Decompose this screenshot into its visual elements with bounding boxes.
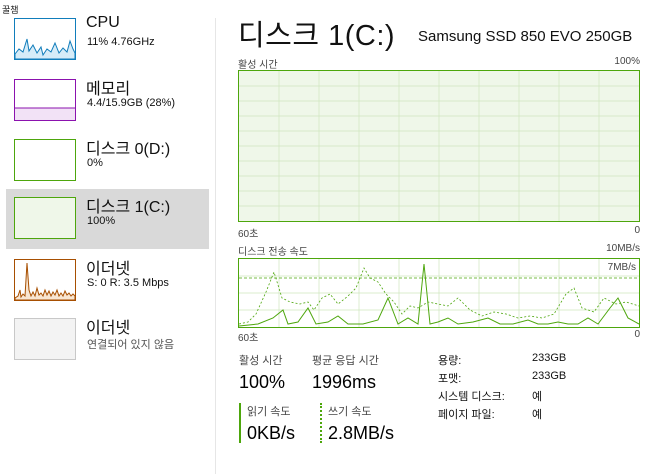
- ethernet-1-thumbnail: [14, 259, 76, 301]
- disk-model: Samsung SSD 850 EVO 250GB: [418, 28, 633, 45]
- transfer-chart-label: 디스크 전송 속도: [238, 247, 308, 258]
- sidebar-item-title: 메모리: [86, 81, 131, 98]
- sidebar-item-subtitle: 4.4/15.9GB (28%): [87, 97, 176, 109]
- property-system-disk-value: 예: [532, 391, 543, 403]
- cpu-thumbnail: [14, 18, 76, 60]
- property-capacity-key: 용량:: [438, 355, 462, 367]
- transfer-chart-max-label: 10MB/s: [606, 243, 640, 254]
- active-time-label: 활성 시간: [239, 355, 283, 367]
- sidebar-divider: [215, 18, 216, 474]
- disk-0-thumbnail: [14, 139, 76, 181]
- sidebar-item-memory[interactable]: 메모리 4.4/15.9GB (28%): [6, 71, 209, 128]
- sidebar-item-disk-0[interactable]: 디스크 0(D:) 0%: [6, 131, 209, 188]
- property-format-key: 포맷:: [438, 373, 462, 385]
- active-time-value: 100%: [239, 372, 286, 392]
- property-page-file-key: 페이지 파일:: [438, 409, 495, 421]
- avg-response-value: 1996ms: [312, 372, 377, 392]
- read-speed-label: 읽기 속도: [247, 406, 291, 418]
- page-title: 디스크 1(C:): [238, 20, 396, 52]
- sidebar-item-subtitle: 연결되어 있지 않음: [87, 339, 175, 351]
- transfer-chart-x-right: 0: [634, 329, 640, 340]
- sidebar-item-title: 디스크 1(C:): [86, 199, 171, 216]
- sidebar-item-title: CPU: [86, 14, 120, 31]
- transfer-chart-x-left: 60초: [238, 333, 259, 344]
- sidebar-item-subtitle: S: 0 R: 3.5 Mbps: [87, 277, 169, 289]
- write-speed-indicator: [320, 403, 322, 443]
- sidebar-item-cpu[interactable]: CPU 11% 4.76GHz: [6, 10, 209, 67]
- read-speed-value: 0KB/s: [247, 423, 296, 443]
- memory-thumbnail: [14, 79, 76, 121]
- activity-chart-x-left: 60초: [238, 229, 259, 240]
- sidebar-item-ethernet-2[interactable]: 이더넷 연결되어 있지 않음: [6, 310, 209, 367]
- read-speed-indicator: [239, 403, 241, 443]
- property-format-value: 233GB: [532, 370, 567, 382]
- activity-chart-label: 활성 시간: [238, 60, 278, 71]
- sidebar-item-disk-1[interactable]: 디스크 1(C:) 100%: [6, 189, 209, 249]
- sidebar-item-title: 이더넷: [86, 320, 131, 337]
- activity-chart-max-label: 100%: [614, 56, 640, 67]
- sidebar-item-subtitle: 11% 4.76GHz: [87, 36, 155, 48]
- activity-chart: [238, 70, 640, 222]
- sidebar-item-ethernet-1[interactable]: 이더넷 S: 0 R: 3.5 Mbps: [6, 251, 209, 308]
- transfer-chart: [238, 258, 640, 328]
- property-system-disk-key: 시스템 디스크:: [438, 391, 505, 403]
- sidebar-item-title: 이더넷: [86, 261, 131, 278]
- property-page-file-value: 예: [532, 409, 543, 421]
- property-capacity-value: 233GB: [532, 352, 567, 364]
- sidebar-item-subtitle: 100%: [87, 215, 116, 227]
- write-speed-value: 2.8MB/s: [328, 423, 395, 443]
- write-speed-label: 쓰기 속도: [328, 406, 372, 418]
- sidebar-item-title: 디스크 0(D:): [86, 141, 171, 158]
- activity-chart-x-right: 0: [634, 225, 640, 236]
- avg-response-label: 평균 응답 시간: [312, 355, 379, 367]
- ethernet-2-thumbnail: [14, 318, 76, 360]
- disk-1-thumbnail: [14, 197, 76, 239]
- sidebar-item-subtitle: 0%: [87, 157, 103, 169]
- sidebar: CPU 11% 4.76GHz 메모리 4.4/15.9GB (28%) 디스크…: [0, 10, 212, 474]
- transfer-chart-inner-label: 7MB/s: [607, 262, 636, 273]
